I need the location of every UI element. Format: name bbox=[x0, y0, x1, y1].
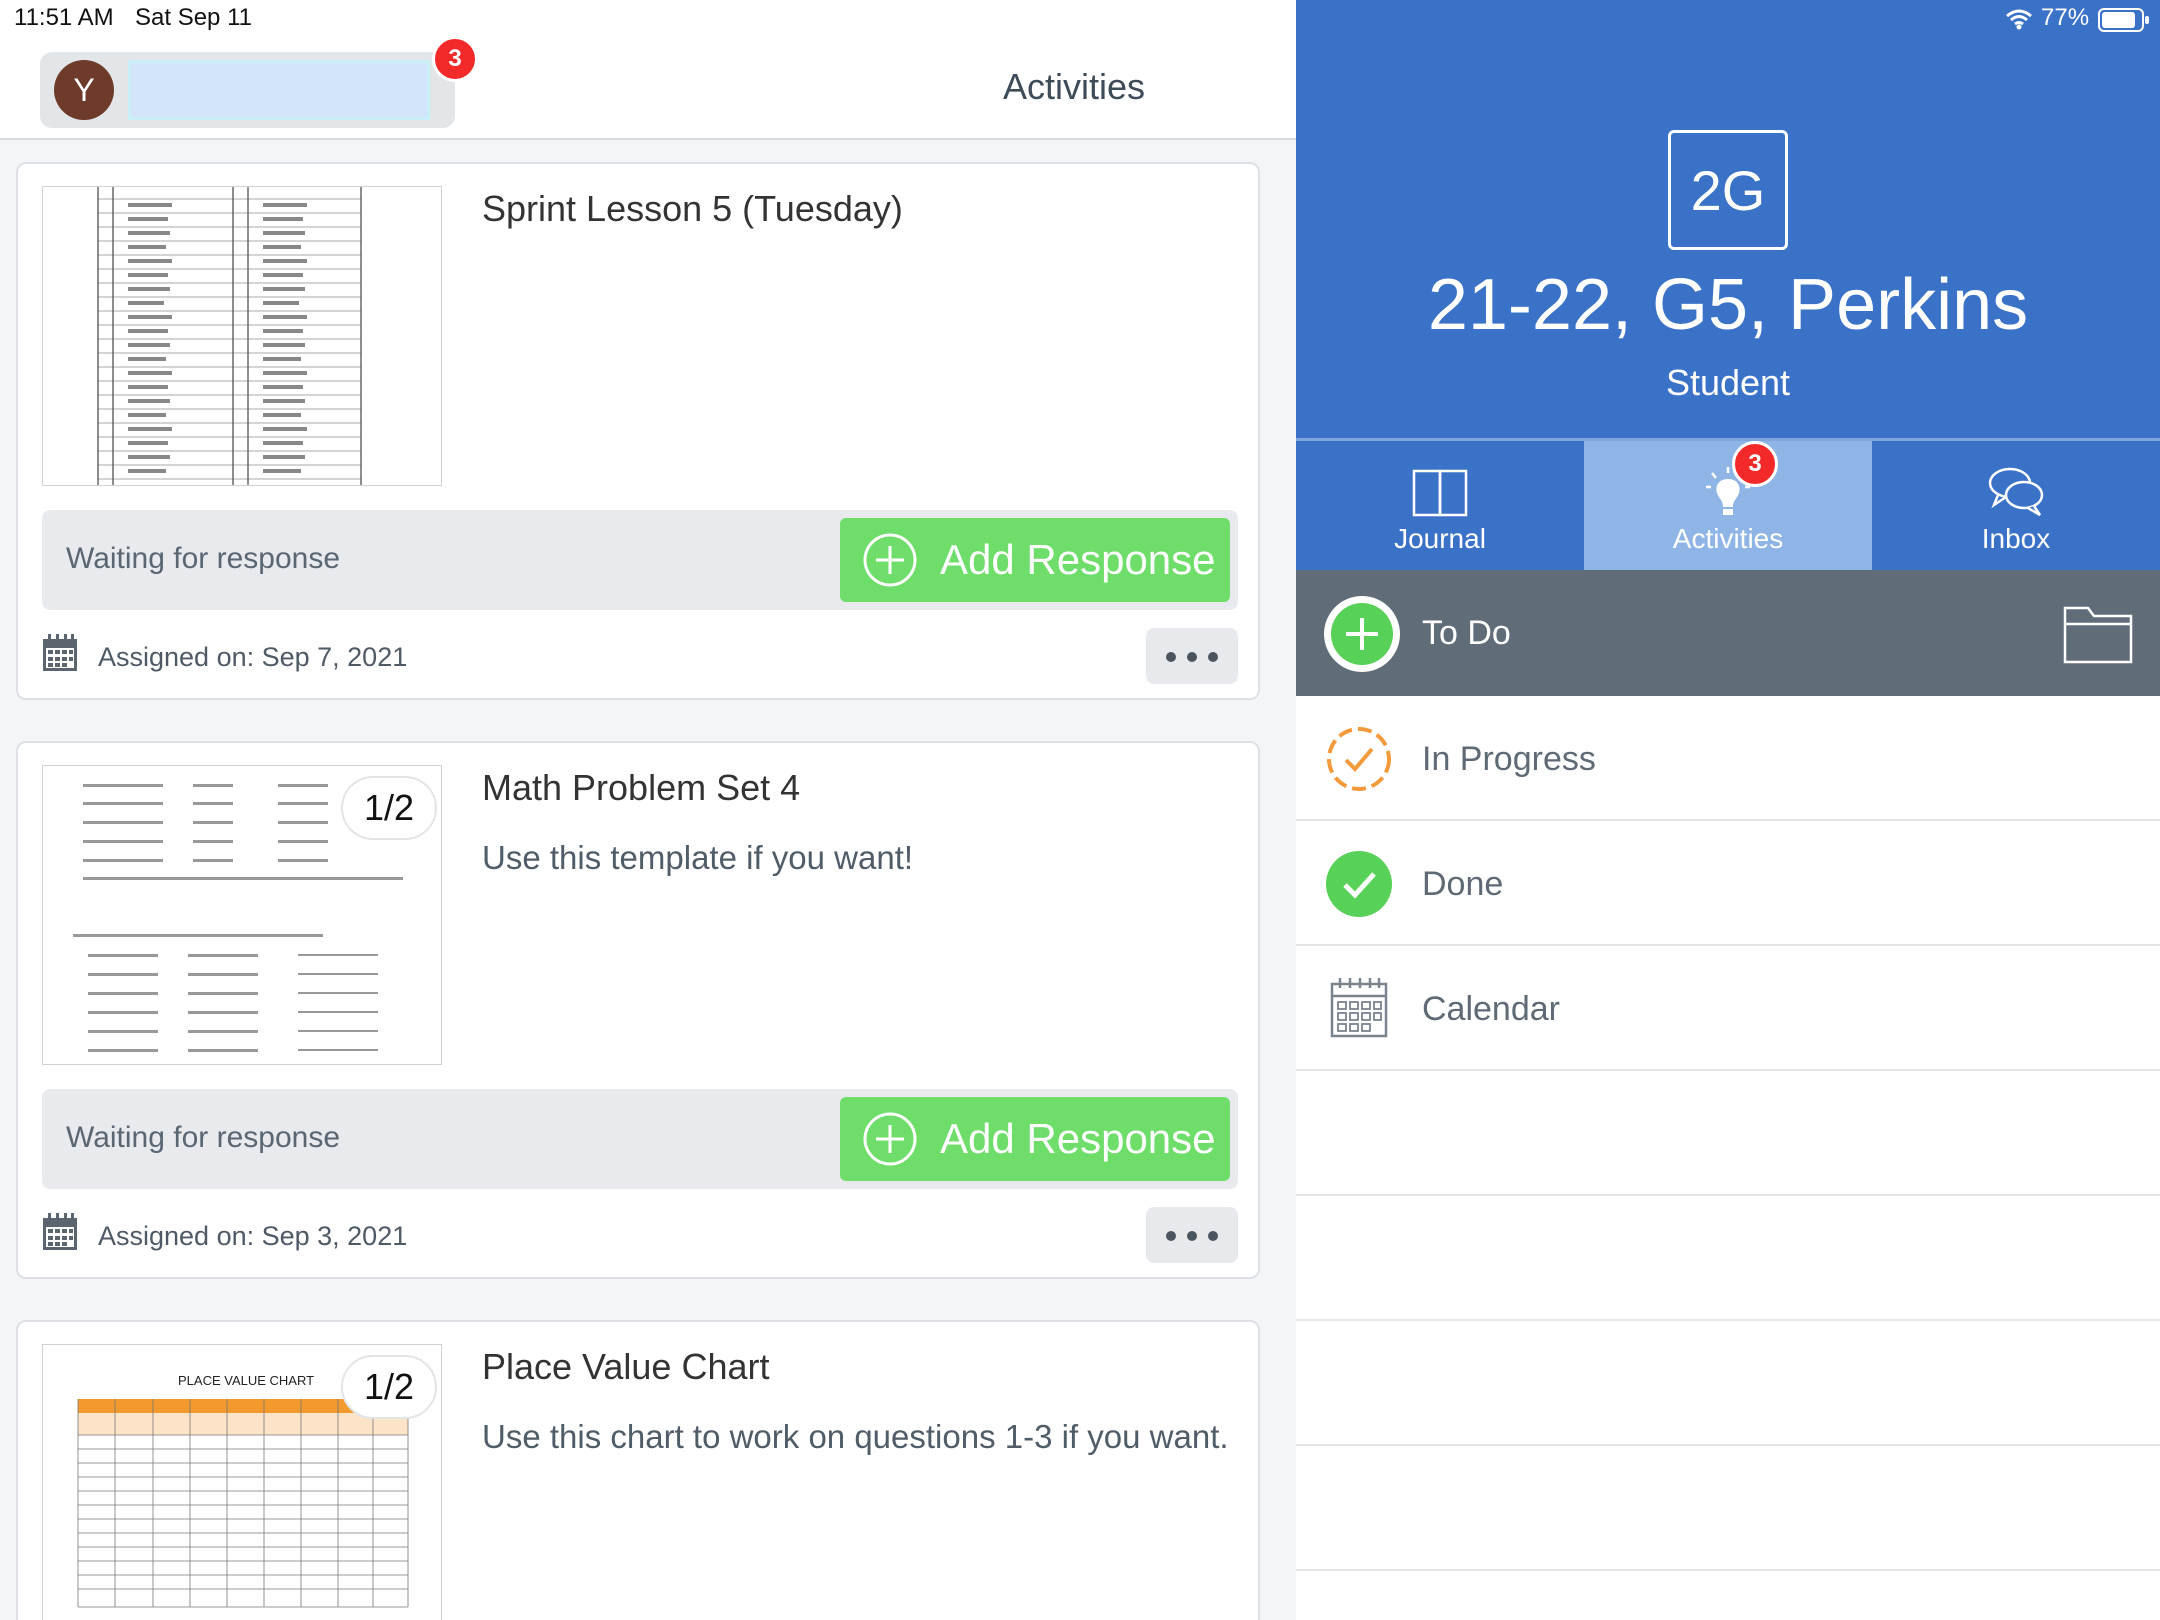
class-code-badge: 2G bbox=[1668, 130, 1788, 250]
activity-title[interactable]: Sprint Lesson 5 (Tuesday) bbox=[482, 188, 903, 230]
assigned-date: Assigned on: Sep 7, 2021 bbox=[98, 642, 408, 672]
add-response-label: Add Response bbox=[940, 536, 1216, 583]
activity-title[interactable]: Place Value Chart bbox=[482, 1346, 770, 1388]
add-response-label: Add Response bbox=[940, 1115, 1216, 1162]
tab-label: Journal bbox=[1394, 523, 1486, 554]
folder-icon[interactable] bbox=[2062, 600, 2134, 666]
done-check-icon bbox=[1326, 851, 1392, 917]
filter-done[interactable]: Done bbox=[1296, 821, 2160, 946]
add-response-button[interactable]: Add Response bbox=[840, 1097, 1230, 1181]
activity-thumbnail[interactable]: PLACE VALUE CHART 1/2 bbox=[42, 1344, 442, 1620]
calendar-icon bbox=[43, 1213, 77, 1250]
tab-inbox[interactable]: Inbox bbox=[1872, 441, 2160, 570]
worksheet-thumbnail-image bbox=[97, 187, 362, 485]
activities-pane: Y 3 Activities Sprint Lesson 5 (Tuesday)… bbox=[0, 0, 1296, 1620]
activity-description: Use this template if you want! bbox=[482, 839, 914, 876]
tab-bar: Journal Activities Inbox bbox=[1296, 441, 2160, 570]
filter-label: In Progress bbox=[1422, 740, 1596, 778]
page-count-badge: 1/2 bbox=[341, 776, 437, 840]
notification-badge: 3 bbox=[432, 36, 478, 82]
activity-card: Sprint Lesson 5 (Tuesday) Waiting for re… bbox=[16, 162, 1260, 700]
activity-card: 1/2 Math Problem Set 4 Use this template… bbox=[16, 741, 1260, 1279]
more-options-button[interactable] bbox=[1146, 628, 1238, 684]
tab-activities[interactable]: Activities bbox=[1584, 441, 1872, 570]
activities-badge: 3 bbox=[1732, 441, 1778, 487]
response-status: Waiting for response bbox=[66, 1121, 341, 1154]
plus-circle-icon bbox=[863, 533, 917, 587]
response-bar: Waiting for response Add Response bbox=[42, 510, 1238, 610]
status-date: Sat Sep 11 bbox=[135, 4, 252, 31]
filter-to-do[interactable]: To Do bbox=[1296, 570, 2160, 696]
filter-label: Calendar bbox=[1422, 990, 1560, 1028]
page-title: Activities bbox=[1003, 66, 1146, 107]
activity-thumbnail[interactable]: 1/2 bbox=[42, 765, 442, 1065]
status-time: 11:51 AM bbox=[14, 4, 114, 31]
battery-percent: 77% bbox=[2041, 4, 2090, 31]
activity-description: Use this chart to work on questions 1-3 … bbox=[482, 1418, 1229, 1455]
class-header: 2G 21-22, G5, Perkins Student bbox=[1296, 0, 2160, 438]
empty-row bbox=[1296, 1446, 2160, 1571]
journal-icon bbox=[1412, 469, 1468, 517]
activity-thumbnail[interactable] bbox=[42, 186, 442, 486]
response-bar: Waiting for response Add Response bbox=[42, 1089, 1238, 1189]
empty-row bbox=[1296, 1321, 2160, 1446]
student-switcher[interactable]: Y bbox=[40, 52, 455, 128]
more-options-button[interactable] bbox=[1146, 1207, 1238, 1263]
thumbnail-title: PLACE VALUE CHART bbox=[178, 1373, 314, 1388]
wifi-icon bbox=[2006, 9, 2032, 30]
assigned-date: Assigned on: Sep 3, 2021 bbox=[98, 1221, 408, 1251]
response-status: Waiting for response bbox=[66, 542, 341, 575]
empty-row bbox=[1296, 1071, 2160, 1196]
battery-icon bbox=[2098, 8, 2149, 32]
activity-card: PLACE VALUE CHART 1/2 Place Value Chart … bbox=[16, 1320, 1260, 1620]
class-pane: 2G 21-22, G5, Perkins Student Journal Ac… bbox=[1296, 0, 2160, 1620]
student-name-field bbox=[128, 60, 430, 120]
app-root: 11:51 AM Sat Sep 11 77% Y 3 Activities S… bbox=[0, 0, 2160, 1620]
filter-label: To Do bbox=[1422, 614, 1511, 652]
avatar: Y bbox=[54, 60, 114, 120]
filter-calendar[interactable]: Calendar bbox=[1296, 946, 2160, 1071]
activity-title[interactable]: Math Problem Set 4 bbox=[482, 767, 800, 809]
user-role: Student bbox=[1665, 362, 1791, 403]
filter-label: Done bbox=[1422, 865, 1504, 903]
add-response-button[interactable]: Add Response bbox=[840, 518, 1230, 602]
plus-circle-icon bbox=[863, 1112, 917, 1166]
plus-circle-icon bbox=[1324, 596, 1400, 672]
calendar-icon bbox=[43, 634, 77, 671]
tab-label: Inbox bbox=[1981, 523, 2051, 554]
page-count-badge: 1/2 bbox=[341, 1355, 437, 1419]
filter-in-progress[interactable]: In Progress bbox=[1296, 696, 2160, 821]
status-bar: 11:51 AM Sat Sep 11 77% bbox=[0, 0, 2160, 40]
tab-label: Activities bbox=[1672, 523, 1784, 554]
empty-row bbox=[1296, 1196, 2160, 1321]
inbox-icon bbox=[1988, 467, 2044, 517]
tab-journal[interactable]: Journal bbox=[1296, 441, 1584, 570]
in-progress-icon bbox=[1327, 727, 1391, 791]
class-name[interactable]: 21-22, G5, Perkins bbox=[1296, 264, 2160, 346]
calendar-icon bbox=[1330, 978, 1388, 1038]
